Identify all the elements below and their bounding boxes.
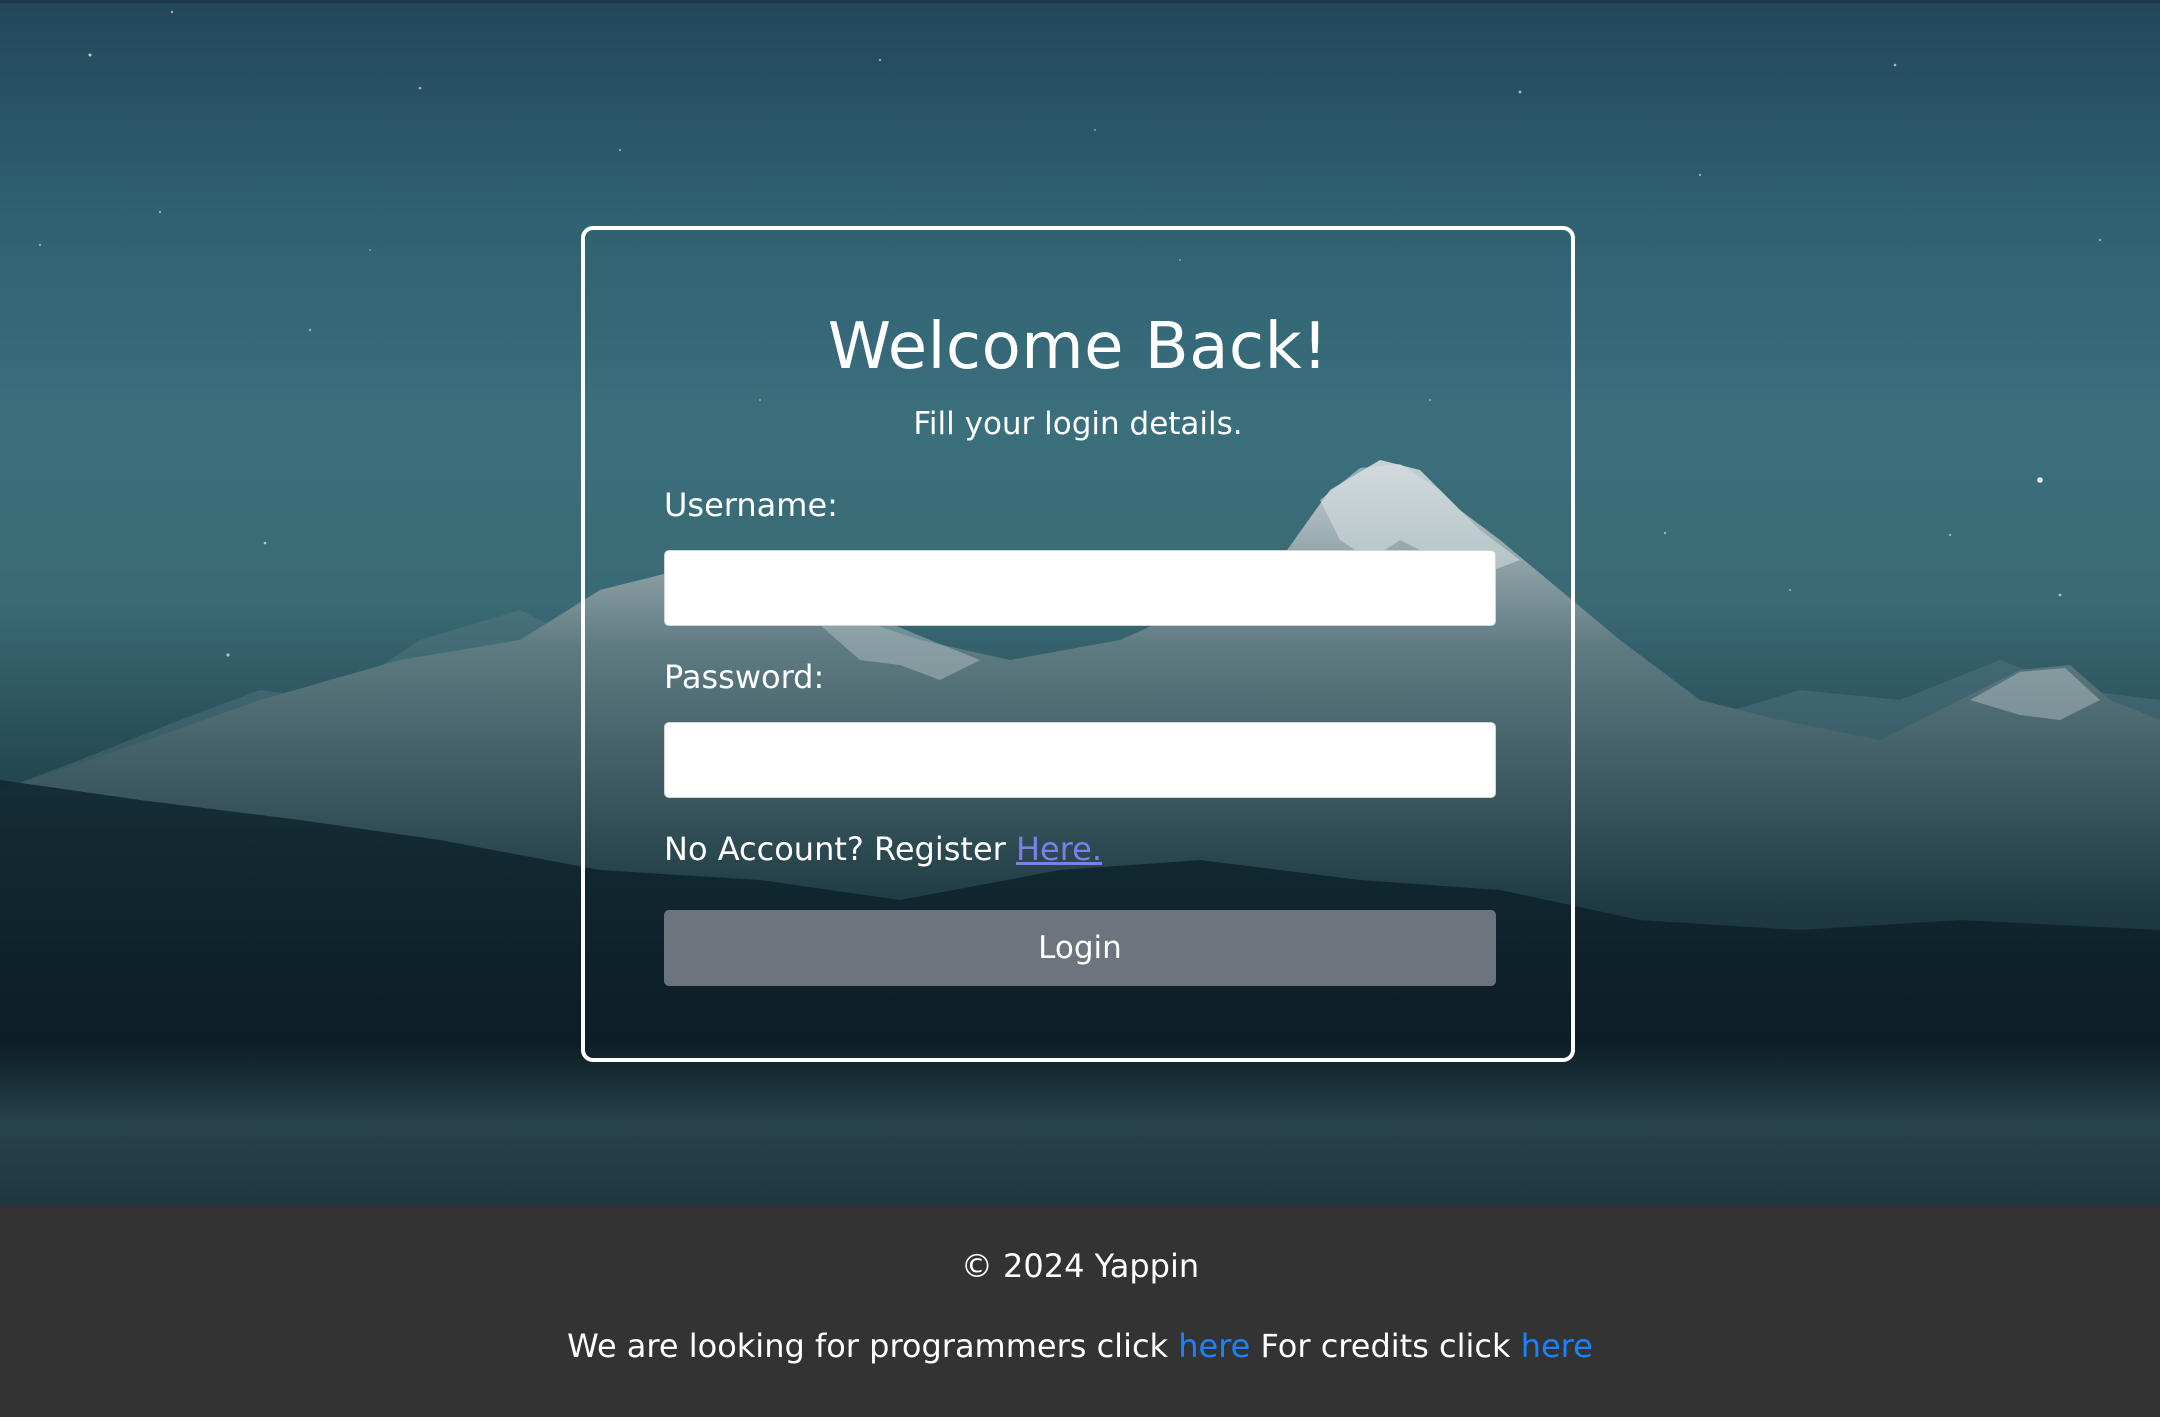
credits-link[interactable]: here bbox=[1521, 1327, 1593, 1365]
register-prompt-text: No Account? Register bbox=[664, 830, 1016, 868]
login-title: Welcome Back! bbox=[827, 310, 1329, 384]
footer-links-line: We are looking for programmers click her… bbox=[0, 1327, 2160, 1365]
register-link[interactable]: Here. bbox=[1016, 830, 1102, 868]
username-label: Username: bbox=[664, 486, 838, 524]
login-card: Welcome Back! Fill your login details. U… bbox=[581, 226, 1575, 1062]
register-prompt: No Account? Register Here. bbox=[664, 830, 1102, 868]
password-label: Password: bbox=[664, 658, 825, 696]
login-page: Welcome Back! Fill your login details. U… bbox=[0, 0, 2160, 1417]
login-subtitle: Fill your login details. bbox=[913, 406, 1243, 442]
footer-copyright: © 2024 Yappin bbox=[960, 1247, 1200, 1285]
username-input[interactable] bbox=[664, 550, 1496, 626]
footer: © 2024 Yappin We are looking for program… bbox=[0, 1205, 2160, 1417]
programmers-link[interactable]: here bbox=[1178, 1327, 1250, 1365]
password-input[interactable] bbox=[664, 722, 1496, 798]
login-button[interactable]: Login bbox=[664, 910, 1496, 986]
credits-text: For credits click bbox=[1250, 1327, 1521, 1365]
programmers-text: We are looking for programmers click bbox=[567, 1327, 1179, 1365]
